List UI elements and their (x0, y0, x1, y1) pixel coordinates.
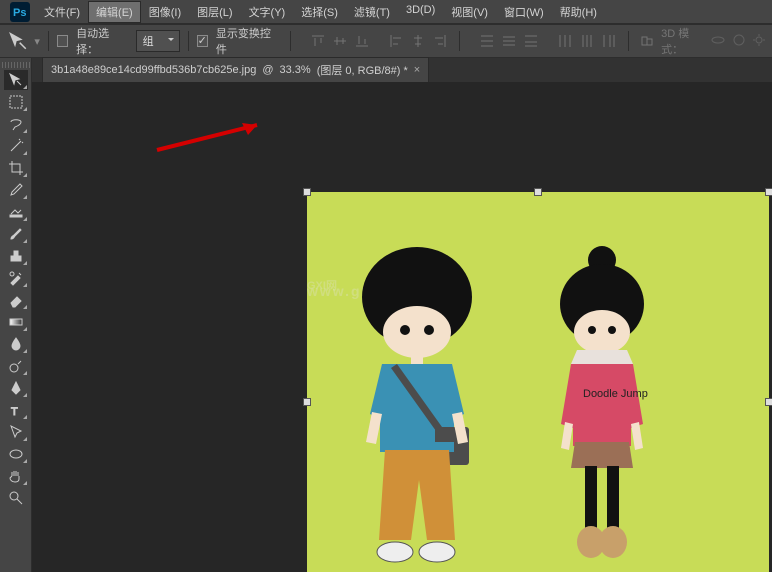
marquee-tool[interactable] (4, 92, 28, 112)
menu-view[interactable]: 视图(V) (443, 1, 496, 23)
dodge-tool[interactable] (4, 356, 28, 376)
dist-hcenter-icon[interactable] (576, 30, 598, 52)
menubar: Ps 文件(F) 编辑(E) 图像(I) 图层(L) 文字(Y) 选择(S) 滤… (0, 0, 772, 24)
crop-tool[interactable] (4, 158, 28, 178)
move-tool-preset[interactable] (6, 30, 30, 52)
document-tabbar: 3b1a48e89ce14cd99ffbd536b7cb625e.jpg @ 3… (32, 58, 772, 82)
stamp-tool[interactable] (4, 246, 28, 266)
canvas-area[interactable]: GXI网 www.gxi.com (32, 82, 772, 572)
align-right-icon[interactable] (429, 30, 451, 52)
eyedropper-tool[interactable] (4, 180, 28, 200)
eraser-tool[interactable] (4, 290, 28, 310)
3d-mode-label: 3D 模式： (661, 25, 704, 57)
orbit-icon[interactable] (710, 33, 726, 50)
distribute-group-2 (554, 30, 620, 52)
path-select-tool[interactable] (4, 422, 28, 442)
transform-handle-tl[interactable] (303, 188, 311, 196)
auto-select-dropdown[interactable]: 组 (136, 30, 180, 52)
lasso-tool[interactable] (4, 114, 28, 134)
menu-filter[interactable]: 滤镜(T) (346, 1, 398, 23)
app-logo: Ps (10, 2, 30, 22)
document-area: 3b1a48e89ce14cd99ffbd536b7cb625e.jpg @ 3… (32, 58, 772, 572)
illustration-girl: Doodle Jump (537, 242, 667, 572)
move-tool[interactable] (4, 70, 28, 90)
dist-top-icon[interactable] (476, 30, 498, 52)
gradient-tool[interactable] (4, 312, 28, 332)
menu-layer[interactable]: 图层(L) (189, 1, 240, 23)
align-left-icon[interactable] (385, 30, 407, 52)
brush-tool[interactable] (4, 224, 28, 244)
align-group-2 (385, 30, 451, 52)
menu-help[interactable]: 帮助(H) (552, 1, 605, 23)
tab-detail: (图层 0, RGB/8#) * (317, 62, 408, 78)
dist-vcenter-icon[interactable] (498, 30, 520, 52)
align-vcenter-icon[interactable] (329, 30, 351, 52)
heal-tool[interactable] (4, 202, 28, 222)
wand-tool[interactable] (4, 136, 28, 156)
dist-right-icon[interactable] (598, 30, 620, 52)
pan-icon[interactable] (732, 33, 746, 50)
history-brush-tool[interactable] (4, 268, 28, 288)
canvas-artboard[interactable]: GXI网 www.gxi.com (307, 192, 769, 572)
tab-close-icon[interactable]: × (414, 64, 420, 76)
transform-handle-mr[interactable] (765, 398, 772, 406)
menu-select[interactable]: 选择(S) (293, 1, 346, 23)
align-group-1 (307, 30, 373, 52)
zoom-tool[interactable] (4, 488, 28, 508)
dist-bottom-icon[interactable] (520, 30, 542, 52)
blur-tool[interactable] (4, 334, 28, 354)
document-tab[interactable]: 3b1a48e89ce14cd99ffbd536b7cb625e.jpg @ 3… (42, 57, 429, 82)
transform-handle-ml[interactable] (303, 398, 311, 406)
auto-align-icon[interactable] (637, 30, 658, 52)
menu-edit[interactable]: 编辑(E) (88, 1, 141, 23)
distribute-group-1 (476, 30, 542, 52)
menu-file[interactable]: 文件(F) (36, 1, 88, 23)
transform-handle-tc[interactable] (534, 188, 542, 196)
svg-text:Doodle Jump: Doodle Jump (583, 388, 648, 400)
panel-grip[interactable] (2, 62, 30, 68)
type-tool[interactable]: T (4, 400, 28, 420)
shape-tool[interactable] (4, 444, 28, 464)
menu-image[interactable]: 图像(I) (141, 1, 189, 23)
annotation-arrow (142, 120, 262, 160)
menu-3d[interactable]: 3D(D) (398, 1, 443, 23)
pen-tool[interactable] (4, 378, 28, 398)
illustration-boy (337, 242, 497, 572)
light-icon[interactable] (752, 33, 766, 50)
menu-list: 文件(F) 编辑(E) 图像(I) 图层(L) 文字(Y) 选择(S) 滤镜(T… (36, 1, 605, 23)
3d-mode-group: 3D 模式： (661, 25, 766, 57)
hand-tool[interactable] (4, 466, 28, 486)
menu-type[interactable]: 文字(Y) (241, 1, 294, 23)
menu-window[interactable]: 窗口(W) (496, 1, 552, 23)
svg-text:Ps: Ps (13, 7, 26, 19)
svg-text:T: T (11, 406, 18, 418)
auto-select-label: 自动选择： (76, 25, 127, 57)
show-transform-checkbox[interactable] (197, 35, 208, 47)
tab-filename: 3b1a48e89ce14cd99ffbd536b7cb625e.jpg (51, 64, 256, 76)
workspace: T 3b1a48e89ce14cd99ffbd536b7cb625e.jpg @… (0, 58, 772, 572)
tool-panel: T (0, 58, 32, 572)
align-top-icon[interactable] (307, 30, 329, 52)
tab-zoom: 33.3% (280, 64, 311, 76)
dist-left-icon[interactable] (554, 30, 576, 52)
transform-handle-tr[interactable] (765, 188, 772, 196)
options-bar: ▾ 自动选择： 组 显示变换控件 3D 模式： (0, 24, 772, 58)
align-hcenter-icon[interactable] (407, 30, 429, 52)
align-bottom-icon[interactable] (351, 30, 373, 52)
show-transform-label: 显示变换控件 (216, 25, 278, 57)
auto-select-checkbox[interactable] (57, 35, 68, 47)
